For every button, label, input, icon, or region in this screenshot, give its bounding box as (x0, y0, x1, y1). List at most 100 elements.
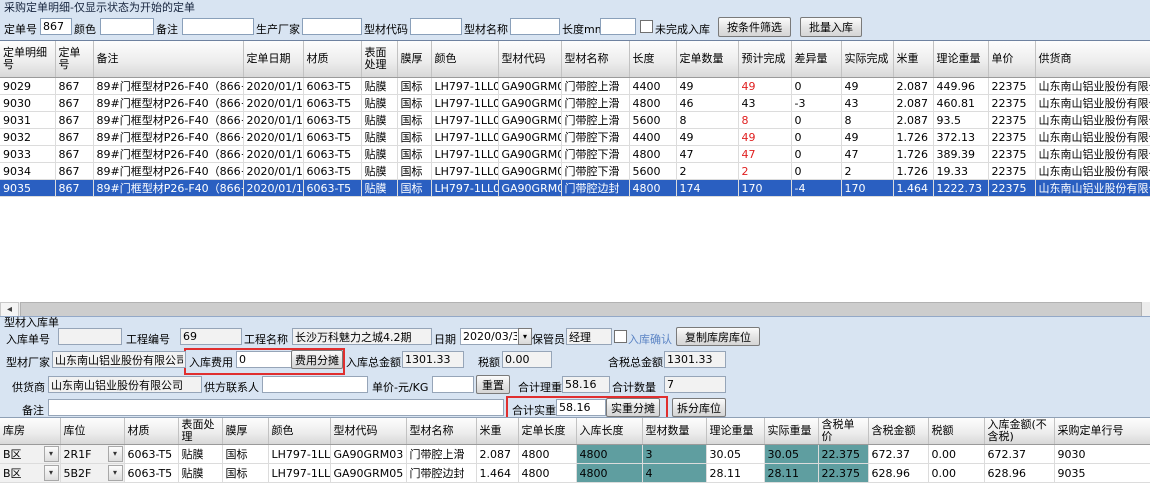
cell[interactable]: GA90GRM03 (498, 95, 561, 112)
cell[interactable]: 9030 (0, 95, 55, 112)
cell[interactable]: 9034 (0, 163, 55, 180)
supplier-input[interactable] (48, 376, 202, 393)
cell[interactable]: 5B2F▾ (60, 464, 124, 483)
cell[interactable]: 4800 (518, 464, 576, 483)
cell[interactable]: 2.087 (893, 78, 933, 95)
cell[interactable]: 2020/01/13 (243, 78, 303, 95)
cell[interactable]: 4800 (576, 445, 642, 464)
total-actual-weight-input[interactable] (556, 399, 606, 416)
column-header[interactable]: 含税金额 (868, 418, 928, 445)
column-header[interactable]: 实际重量 (764, 418, 818, 445)
table-row[interactable]: 903486789#门框型材P26-F40（866+867）2020/01/13… (0, 163, 1150, 180)
total-with-tax-input[interactable] (664, 351, 726, 368)
column-header[interactable]: 含税单价 (818, 418, 868, 445)
cell[interactable]: 89#门框型材P26-F40（866+867） (93, 78, 243, 95)
cell[interactable]: -3 (791, 95, 841, 112)
table-row[interactable]: 903186789#门框型材P26-F40（866+867）2020/01/13… (0, 112, 1150, 129)
cell[interactable]: LH797-1LL0 (268, 445, 330, 464)
total-qty-input[interactable] (664, 376, 726, 393)
cell[interactable]: 2.087 (893, 95, 933, 112)
column-header[interactable]: 膜厚 (397, 41, 431, 78)
cell[interactable]: 贴膜 (361, 129, 397, 146)
cell[interactable]: 22375 (988, 129, 1035, 146)
cell[interactable]: 9030 (1054, 445, 1150, 464)
cell[interactable]: GA90GRM04 (498, 146, 561, 163)
cell[interactable]: 6063-T5 (303, 163, 361, 180)
cell[interactable]: LH797-1LL0 (431, 129, 498, 146)
cell[interactable]: 国标 (397, 129, 431, 146)
calendar-dropdown-icon[interactable]: ▾ (518, 328, 532, 345)
cell[interactable]: 47 (841, 146, 893, 163)
batch-inbound-button[interactable]: 批量入库 (800, 17, 862, 37)
column-header[interactable]: 定单号 (55, 41, 93, 78)
filter-by-condition-button[interactable]: 按条件筛选 (718, 17, 791, 37)
cell[interactable]: 1222.73 (933, 180, 988, 197)
cell[interactable]: 6063-T5 (124, 445, 178, 464)
cell[interactable]: 山东南山铝业股份有限公司 (1035, 180, 1150, 197)
fee-input[interactable] (236, 351, 292, 368)
filter-order-no-input[interactable] (40, 18, 72, 35)
filter-profile-name-input[interactable] (510, 18, 560, 35)
cell[interactable]: 4 (642, 464, 706, 483)
cell[interactable]: 30.05 (764, 445, 818, 464)
table-row[interactable]: 902986789#门框型材P26-F40（866+867）2020/01/13… (0, 78, 1150, 95)
cell[interactable]: GA90GRM03 (498, 78, 561, 95)
column-header[interactable]: 采购定单行号 (1054, 418, 1150, 445)
table-row[interactable]: 903086789#门框型材P26-F40（866+867）2020/01/13… (0, 95, 1150, 112)
cell[interactable]: 9031 (0, 112, 55, 129)
column-header[interactable]: 入库长度 (576, 418, 642, 445)
cell[interactable]: GA90GRM04 (498, 129, 561, 146)
table-row[interactable]: 903386789#门框型材P26-F40（866+867）2020/01/13… (0, 146, 1150, 163)
column-header[interactable]: 供货商 (1035, 41, 1150, 78)
column-header[interactable]: 表面处理 (361, 41, 397, 78)
cell[interactable]: 89#门框型材P26-F40（866+867） (93, 112, 243, 129)
cell[interactable]: 49 (738, 78, 791, 95)
cell[interactable]: LH797-1LL0 (431, 146, 498, 163)
cell[interactable]: LH797-1LL0 (431, 180, 498, 197)
cell[interactable]: 0 (791, 78, 841, 95)
inbound-no-input[interactable] (58, 328, 122, 345)
cell[interactable]: 6063-T5 (303, 112, 361, 129)
filter-profile-code-input[interactable] (410, 18, 462, 35)
cell[interactable]: 672.37 (868, 445, 928, 464)
cell[interactable]: 门带腔边封 (561, 180, 629, 197)
cell[interactable]: 9035 (0, 180, 55, 197)
table-row[interactable]: B区▾5B2F▾6063-T5贴膜国标LH797-1LL0GA90GRM05门带… (0, 464, 1150, 483)
cell[interactable]: 贴膜 (178, 464, 222, 483)
column-header[interactable]: 备注 (93, 41, 243, 78)
actual-weight-share-button[interactable]: 实重分摊 (606, 398, 660, 417)
fee-share-button[interactable]: 费用分摊 (291, 350, 343, 369)
filter-color-input[interactable] (100, 18, 154, 35)
column-header[interactable]: 材质 (303, 41, 361, 78)
cell[interactable]: 6063-T5 (303, 180, 361, 197)
table-row[interactable]: B区▾2R1F▾6063-T5贴膜国标LH797-1LL0GA90GRM03门带… (0, 445, 1150, 464)
cell[interactable]: 贴膜 (361, 78, 397, 95)
cell[interactable]: 1.726 (893, 146, 933, 163)
table-row[interactable]: 903586789#门框型材P26-F40（866+867）2020/01/13… (0, 180, 1150, 197)
cell[interactable]: 4400 (629, 129, 676, 146)
cell[interactable]: 4400 (629, 78, 676, 95)
cell[interactable]: 22375 (988, 180, 1035, 197)
cell[interactable]: 国标 (397, 95, 431, 112)
cell[interactable]: 89#门框型材P26-F40（866+867） (93, 163, 243, 180)
column-header[interactable]: 库位 (60, 418, 124, 445)
cell[interactable]: 22.375 (818, 464, 868, 483)
cell[interactable]: 山东南山铝业股份有限公司 (1035, 112, 1150, 129)
cell[interactable]: 19.33 (933, 163, 988, 180)
column-header[interactable]: 型材名称 (561, 41, 629, 78)
cell[interactable]: 2020/01/13 (243, 163, 303, 180)
cell[interactable]: 贴膜 (361, 163, 397, 180)
tax-input[interactable] (502, 351, 552, 368)
cell[interactable]: LH797-1LL0 (431, 95, 498, 112)
cell[interactable]: B区▾ (0, 464, 60, 483)
reset-button[interactable]: 重置 (476, 375, 510, 394)
column-header[interactable]: 定单长度 (518, 418, 576, 445)
cell[interactable]: 2.087 (476, 445, 518, 464)
column-header[interactable]: 入库金额(不含税) (984, 418, 1054, 445)
cell[interactable]: 8 (676, 112, 738, 129)
cell[interactable]: 门带腔边封 (406, 464, 476, 483)
cell[interactable]: GA90GRM05 (330, 464, 406, 483)
cell[interactable]: 2020/01/13 (243, 95, 303, 112)
column-header[interactable]: 定单日期 (243, 41, 303, 78)
cell[interactable]: 0 (791, 146, 841, 163)
